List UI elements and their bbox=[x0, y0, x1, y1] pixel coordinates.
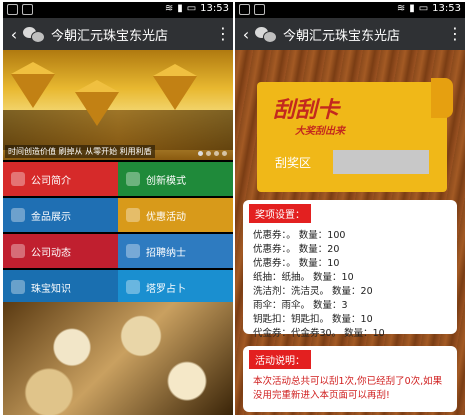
carousel-dots bbox=[198, 151, 227, 156]
carousel-dot[interactable] bbox=[214, 151, 219, 156]
tarot-icon bbox=[126, 280, 140, 294]
nav-bar: ‹ 今朝汇元珠宝东光店 ⋮ bbox=[235, 18, 465, 50]
wechat-icon bbox=[255, 25, 277, 43]
prize-item: 优惠券：。 数量：20 bbox=[253, 244, 340, 255]
banner-carousel[interactable]: 时间创造价值 刷掉从 从零开始 利用利盾 bbox=[3, 50, 233, 160]
wood-background: 刮刮卡 大奖刮出来 刮奖区 奖项设置： 优惠券：。 数量：100 优惠券：。 数… bbox=[235, 50, 465, 415]
page-title: 今朝汇元珠宝东光店 bbox=[51, 28, 169, 44]
prize-item: 洗洁剂：洗洁灵。 数量：20 bbox=[253, 286, 373, 297]
activity-panel: 活动说明： 本次活动总共可以刮1次,你已经刮了0次,如果没用完重新进入本页面可以… bbox=[243, 346, 457, 412]
menu-tarot[interactable]: 塔罗占卜 bbox=[118, 270, 233, 304]
notification-icon bbox=[22, 4, 33, 15]
menu-grid: 公司简介 创新模式 金品展示 优惠活动 公司动态 招聘纳士 珠宝知识 塔罗占卜 bbox=[3, 162, 233, 306]
notification-icon bbox=[254, 4, 265, 15]
page-title: 今朝汇元珠宝东光店 bbox=[283, 28, 401, 44]
promotion-icon bbox=[126, 208, 140, 222]
prize-item: 优惠券：。 数量：10 bbox=[253, 258, 340, 269]
status-bar: ≋ ▮ ▭ 13:53 bbox=[235, 2, 465, 18]
more-menu-button[interactable]: ⋮ bbox=[447, 26, 463, 42]
activity-header: 活动说明： bbox=[249, 350, 311, 369]
prize-item: 代金券：代金券30。 数量：10 bbox=[253, 328, 385, 339]
notification-icon bbox=[239, 4, 250, 15]
paper-curl bbox=[431, 78, 453, 118]
innovation-icon bbox=[126, 172, 140, 186]
signal-icon: ▮ bbox=[409, 3, 415, 14]
wechat-icon bbox=[23, 25, 45, 43]
right-screen: ≋ ▮ ▭ 13:53 ‹ 今朝汇元珠宝东光店 ⋮ 刮刮卡 大奖刮出来 刮奖区 … bbox=[235, 2, 465, 415]
notification-icon bbox=[7, 4, 18, 15]
menu-company-intro[interactable]: 公司简介 bbox=[3, 162, 118, 196]
scratch-area[interactable] bbox=[333, 150, 429, 174]
prize-item: 优惠券：。 数量：100 bbox=[253, 230, 346, 241]
recruitment-icon bbox=[126, 244, 140, 258]
card-subtitle: 大奖刮出来 bbox=[295, 126, 345, 137]
diamond-icon bbox=[75, 92, 119, 126]
company-icon bbox=[11, 172, 25, 186]
diamond-icon bbox=[11, 62, 55, 74]
gold-icon bbox=[11, 208, 25, 222]
knowledge-icon bbox=[11, 280, 25, 294]
news-icon bbox=[11, 244, 25, 258]
banner-caption: 时间创造价值 刷掉从 从零开始 利用利盾 bbox=[5, 145, 155, 158]
menu-jewelry-knowledge[interactable]: 珠宝知识 bbox=[3, 270, 118, 304]
menu-recruitment[interactable]: 招聘纳士 bbox=[118, 234, 233, 268]
prize-header: 奖项设置： bbox=[249, 204, 311, 223]
menu-row: 珠宝知识 塔罗占卜 bbox=[3, 270, 233, 304]
menu-row: 公司动态 招聘纳士 bbox=[3, 234, 233, 268]
activity-description: 本次活动总共可以刮1次,你已经刮了0次,如果没用完重新进入本页面可以再刮! bbox=[253, 376, 443, 401]
diamond-icon bbox=[153, 76, 197, 110]
wifi-icon: ≋ bbox=[396, 3, 406, 14]
back-button[interactable]: ‹ bbox=[237, 25, 255, 44]
carousel-dot[interactable] bbox=[198, 151, 203, 156]
menu-company-news[interactable]: 公司动态 bbox=[3, 234, 118, 268]
signal-icon: ▮ bbox=[177, 3, 183, 14]
menu-promotions[interactable]: 优惠活动 bbox=[118, 198, 233, 232]
prize-item: 雨伞：雨伞。 数量：3 bbox=[253, 300, 348, 311]
battery-icon: ▭ bbox=[186, 3, 197, 14]
diamond-icon bbox=[11, 74, 55, 108]
scratch-zone-label: 刮奖区 bbox=[275, 156, 312, 170]
diamond-icon bbox=[75, 80, 119, 92]
back-button[interactable]: ‹ bbox=[5, 25, 23, 44]
status-bar: ≋ ▮ ▭ 13:53 bbox=[3, 2, 233, 18]
prize-item: 钥匙扣：钥匙扣。 数量：10 bbox=[253, 314, 373, 325]
card-title: 刮刮卡 bbox=[273, 98, 340, 123]
menu-gold-display[interactable]: 金品展示 bbox=[3, 198, 118, 232]
prize-panel: 奖项设置： 优惠券：。 数量：100 优惠券：。 数量：20 优惠券：。 数量：… bbox=[243, 200, 457, 339]
pearls-image bbox=[3, 302, 233, 415]
diamond-icon bbox=[153, 64, 197, 76]
status-time: 13:53 bbox=[200, 3, 229, 14]
more-menu-button[interactable]: ⋮ bbox=[215, 26, 231, 42]
carousel-dot[interactable] bbox=[222, 151, 227, 156]
nav-bar: ‹ 今朝汇元珠宝东光店 ⋮ bbox=[3, 18, 233, 50]
menu-innovation-mode[interactable]: 创新模式 bbox=[118, 162, 233, 196]
carousel-dot[interactable] bbox=[206, 151, 211, 156]
scratch-card: 刮刮卡 大奖刮出来 刮奖区 bbox=[257, 78, 453, 192]
menu-row: 金品展示 优惠活动 bbox=[3, 198, 233, 232]
prize-list: 优惠券：。 数量：100 优惠券：。 数量：20 优惠券：。 数量：10 纸抽：… bbox=[253, 229, 457, 341]
wifi-icon: ≋ bbox=[164, 3, 174, 14]
left-screen: ≋ ▮ ▭ 13:53 ‹ 今朝汇元珠宝东光店 ⋮ 时间创造价值 刷掉从 从零开… bbox=[3, 2, 233, 415]
status-time: 13:53 bbox=[432, 3, 461, 14]
menu-row: 公司简介 创新模式 bbox=[3, 162, 233, 196]
battery-icon: ▭ bbox=[418, 3, 429, 14]
prize-item: 纸抽：纸抽。 数量：10 bbox=[253, 272, 354, 283]
